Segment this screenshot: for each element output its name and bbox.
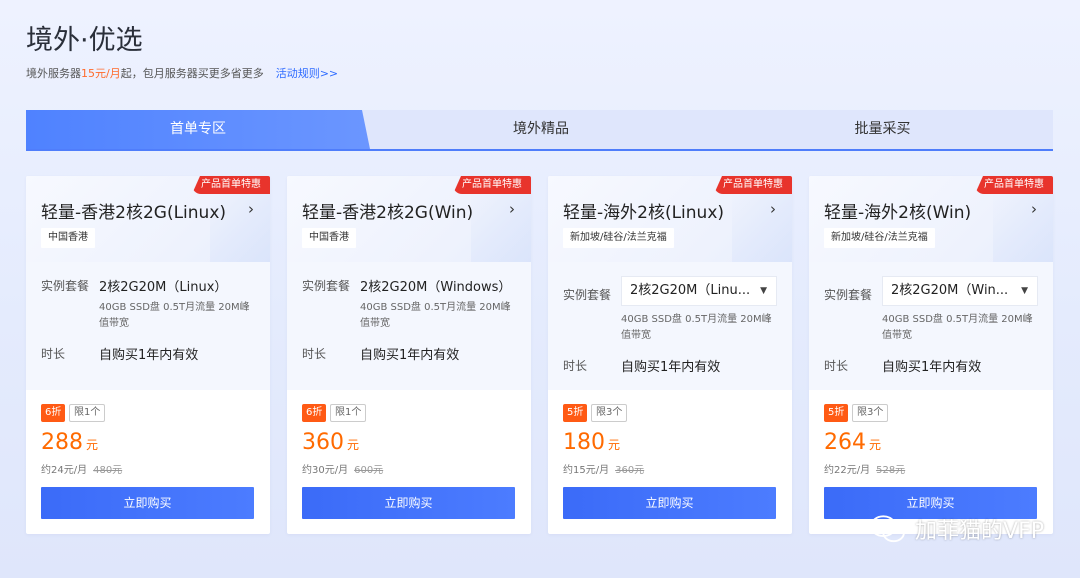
card-config-area: 实例套餐 2核2G20M（Windows） 40GB SSD盘 0.5T月流量 … bbox=[287, 262, 531, 390]
subtitle: 境外服务器15元/月起，包月服务器买更多省更多 活动规则>> bbox=[26, 65, 338, 81]
buy-now-button[interactable]: 立即购买 bbox=[302, 487, 515, 519]
monthly-price: 约24元/月 480元 bbox=[41, 461, 122, 476]
price-value: 180 bbox=[563, 430, 605, 455]
chevron-right-icon[interactable]: › bbox=[1031, 200, 1037, 218]
limit-badge: 限1个 bbox=[69, 404, 106, 422]
promo-badge: 产品首单特惠 bbox=[453, 176, 531, 194]
monthly-price: 约30元/月 600元 bbox=[302, 461, 383, 476]
tab-bar: 首单专区 境外精品 批量采买 bbox=[26, 110, 1053, 151]
duration-label: 时长 bbox=[41, 347, 66, 361]
monthly-value: 约30元/月 bbox=[302, 465, 349, 476]
package-select[interactable]: 2核2G20M（Win... ▼ bbox=[882, 276, 1038, 306]
card-config-area: 实例套餐 2核2G20M（Linux） 40GB SSD盘 0.5T月流量 20… bbox=[26, 262, 270, 390]
limit-badge: 限1个 bbox=[330, 404, 367, 422]
duration-value: 自购买1年内有效 bbox=[99, 348, 199, 363]
original-price: 528元 bbox=[876, 465, 906, 476]
product-title[interactable]: 轻量-香港2核2G(Linux) bbox=[41, 198, 226, 223]
buy-now-button[interactable]: 立即购买 bbox=[563, 487, 776, 519]
chevron-right-icon[interactable]: › bbox=[509, 200, 515, 218]
original-price: 600元 bbox=[354, 465, 384, 476]
tab-overseas-premium[interactable]: 境外精品 bbox=[370, 110, 712, 149]
price-value: 264 bbox=[824, 430, 866, 455]
subtitle-suffix: 起，包月服务器买更多省更多 bbox=[120, 67, 264, 80]
price-value: 360 bbox=[302, 430, 344, 455]
package-label: 实例套餐 bbox=[302, 279, 351, 293]
watermark: 加菲猫的VFP bbox=[869, 512, 1044, 546]
package-description: 40GB SSD盘 0.5T月流量 20M峰值带宽 bbox=[360, 302, 511, 329]
product-title[interactable]: 轻量-海外2核(Win) bbox=[824, 198, 971, 223]
package-description: 40GB SSD盘 0.5T月流量 20M峰值带宽 bbox=[99, 302, 250, 329]
region-tag: 中国香港 bbox=[302, 228, 356, 248]
monthly-value: 约22元/月 bbox=[824, 465, 871, 476]
limit-badge: 限3个 bbox=[591, 404, 628, 422]
discount-badge: 5折 bbox=[824, 404, 849, 422]
package-select-value: 2核2G20M（Win... bbox=[891, 283, 1009, 298]
tab-first-order[interactable]: 首单专区 bbox=[26, 110, 370, 149]
product-card: 产品首单特惠 轻量-海外2核(Win) › 新加坡/硅谷/法兰克福 实例套餐 2… bbox=[809, 176, 1053, 534]
price-unit: 元 bbox=[347, 438, 360, 452]
discount-badge: 6折 bbox=[302, 404, 327, 422]
package-select[interactable]: 2核2G20M（Linu... ▼ bbox=[621, 276, 777, 306]
tab-bulk-purchase[interactable]: 批量采买 bbox=[712, 110, 1053, 149]
chevron-right-icon[interactable]: › bbox=[770, 200, 776, 218]
duration-label: 时长 bbox=[302, 347, 327, 361]
page-title: 境外·优选 bbox=[26, 25, 143, 56]
package-description: 40GB SSD盘 0.5T月流量 20M峰值带宽 bbox=[621, 314, 772, 341]
monthly-value: 约24元/月 bbox=[41, 465, 88, 476]
product-card: 产品首单特惠 轻量-香港2核2G(Linux) › 中国香港 实例套餐 2核2G… bbox=[26, 176, 270, 534]
product-title[interactable]: 轻量-香港2核2G(Win) bbox=[302, 198, 473, 223]
promo-badge: 产品首单特惠 bbox=[975, 176, 1053, 194]
wechat-icon bbox=[870, 515, 905, 543]
card-config-area: 实例套餐 2核2G20M（Linu... ▼ 40GB SSD盘 0.5T月流量 … bbox=[548, 262, 792, 390]
duration-value: 自购买1年内有效 bbox=[882, 360, 982, 375]
product-card: 产品首单特惠 轻量-香港2核2G(Win) › 中国香港 实例套餐 2核2G20… bbox=[287, 176, 531, 534]
product-title[interactable]: 轻量-海外2核(Linux) bbox=[563, 198, 724, 223]
subtitle-prefix: 境外服务器 bbox=[26, 67, 81, 80]
monthly-price: 约15元/月 360元 bbox=[563, 461, 644, 476]
price-unit: 元 bbox=[869, 438, 882, 452]
original-price: 480元 bbox=[93, 465, 123, 476]
duration-value: 自购买1年内有效 bbox=[360, 348, 460, 363]
price: 180 元 bbox=[563, 430, 620, 455]
price: 264 元 bbox=[824, 430, 881, 455]
region-tag: 中国香港 bbox=[41, 228, 95, 248]
caret-down-icon: ▼ bbox=[760, 286, 767, 296]
duration-value: 自购买1年内有效 bbox=[621, 360, 721, 375]
discount-badge: 5折 bbox=[563, 404, 588, 422]
buy-now-button[interactable]: 立即购买 bbox=[41, 487, 254, 519]
region-tag: 新加坡/硅谷/法兰克福 bbox=[824, 228, 935, 248]
price: 360 元 bbox=[302, 430, 359, 455]
package-label: 实例套餐 bbox=[41, 279, 90, 293]
package-name: 2核2G20M（Windows） bbox=[360, 280, 512, 295]
package-label: 实例套餐 bbox=[824, 288, 873, 302]
monthly-value: 约15元/月 bbox=[563, 465, 610, 476]
package-label: 实例套餐 bbox=[563, 288, 612, 302]
price-unit: 元 bbox=[86, 438, 99, 452]
duration-label: 时长 bbox=[563, 359, 588, 373]
duration-label: 时长 bbox=[824, 359, 849, 373]
activity-rules-link[interactable]: 活动规则>> bbox=[276, 67, 338, 80]
monthly-price: 约22元/月 528元 bbox=[824, 461, 905, 476]
subtitle-price: 15元/月 bbox=[81, 67, 121, 80]
discount-badge: 6折 bbox=[41, 404, 66, 422]
promo-badge: 产品首单特惠 bbox=[714, 176, 792, 194]
watermark-text: 加菲猫的VFP bbox=[915, 519, 1044, 544]
promo-badge: 产品首单特惠 bbox=[192, 176, 270, 194]
price: 288 元 bbox=[41, 430, 98, 455]
product-card: 产品首单特惠 轻量-海外2核(Linux) › 新加坡/硅谷/法兰克福 实例套餐… bbox=[548, 176, 792, 534]
package-name: 2核2G20M（Linux） bbox=[99, 280, 228, 295]
region-tag: 新加坡/硅谷/法兰克福 bbox=[563, 228, 674, 248]
package-description: 40GB SSD盘 0.5T月流量 20M峰值带宽 bbox=[882, 314, 1033, 341]
package-select-value: 2核2G20M（Linu... bbox=[630, 283, 751, 298]
limit-badge: 限3个 bbox=[852, 404, 889, 422]
caret-down-icon: ▼ bbox=[1021, 286, 1028, 296]
original-price: 360元 bbox=[615, 465, 645, 476]
price-unit: 元 bbox=[608, 438, 621, 452]
price-value: 288 bbox=[41, 430, 83, 455]
chevron-right-icon[interactable]: › bbox=[248, 200, 254, 218]
card-config-area: 实例套餐 2核2G20M（Win... ▼ 40GB SSD盘 0.5T月流量 2… bbox=[809, 262, 1053, 390]
